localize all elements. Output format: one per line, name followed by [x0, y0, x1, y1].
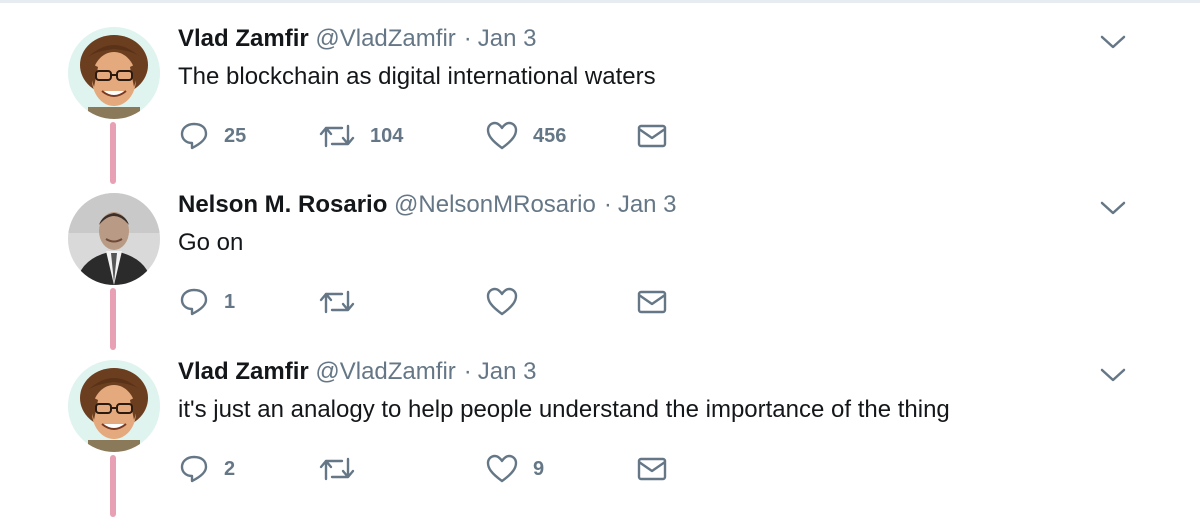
- reply-button[interactable]: 1: [178, 283, 235, 321]
- avatar-vlad-icon: [68, 27, 160, 119]
- retweet-button[interactable]: [318, 283, 370, 321]
- reply-count: 1: [224, 290, 236, 313]
- tweet-date[interactable]: Jan 3: [478, 358, 537, 385]
- tweet-header: Vlad Zamfir @VladZamfir · Jan 3: [178, 21, 536, 57]
- author-handle[interactable]: @VladZamfir: [315, 25, 455, 52]
- reply-count: 25: [224, 124, 247, 147]
- retweet-icon: [319, 457, 355, 481]
- reply-icon: [180, 455, 208, 483]
- tweet[interactable]: Vlad Zamfir @VladZamfir · Jan 3 The blockc…: [0, 0, 1200, 184]
- chevron-down-icon[interactable]: [1098, 196, 1128, 220]
- tweet-thread: Vlad Zamfir @VladZamfir · Jan 3 The blockc…: [0, 0, 1200, 517]
- heart-icon: [486, 121, 518, 150]
- avatar-nelson-icon: [68, 193, 160, 285]
- separator-dot: ·: [603, 191, 612, 218]
- like-button[interactable]: [485, 283, 533, 321]
- direct-message-button[interactable]: [636, 117, 668, 155]
- reply-icon: [180, 288, 208, 316]
- envelope-icon: [637, 124, 667, 148]
- retweet-count: 104: [370, 124, 404, 147]
- author-handle[interactable]: @NelsonMRosario: [394, 191, 596, 218]
- direct-message-button[interactable]: [636, 283, 668, 321]
- reply-count: 2: [224, 457, 236, 480]
- envelope-icon: [637, 457, 667, 481]
- reply-icon: [180, 122, 208, 150]
- tweet-header: Vlad Zamfir @VladZamfir · Jan 3: [178, 354, 536, 390]
- author-handle[interactable]: @VladZamfir: [315, 358, 455, 385]
- retweet-button[interactable]: [318, 450, 370, 488]
- retweet-button[interactable]: 104: [318, 117, 403, 155]
- like-button[interactable]: 9: [485, 450, 544, 488]
- heart-icon: [486, 287, 518, 316]
- tweet-actions: 25 104 456: [178, 117, 878, 155]
- tweet[interactable]: Nelson M. Rosario @NelsonMRosario · Jan 3 …: [0, 166, 1200, 350]
- retweet-icon: [319, 124, 355, 148]
- separator-dot: ·: [463, 25, 472, 52]
- avatar[interactable]: [68, 360, 160, 452]
- author-name[interactable]: Vlad Zamfir: [178, 25, 309, 52]
- retweet-icon: [319, 290, 355, 314]
- author-name[interactable]: Nelson M. Rosario: [178, 191, 387, 218]
- heart-icon: [486, 454, 518, 483]
- separator-dot: ·: [463, 358, 472, 385]
- tweet-text: Go on: [178, 229, 244, 256]
- reply-button[interactable]: 2: [178, 450, 235, 488]
- author-name[interactable]: Vlad Zamfir: [178, 358, 309, 385]
- chevron-down-icon[interactable]: [1098, 363, 1128, 387]
- chevron-down-icon[interactable]: [1098, 30, 1128, 54]
- avatar-vlad-icon: [68, 360, 160, 452]
- envelope-icon: [637, 290, 667, 314]
- tweet[interactable]: Vlad Zamfir @VladZamfir · Jan 3 it's just …: [0, 333, 1200, 517]
- tweet-header: Nelson M. Rosario @NelsonMRosario · Jan 3: [178, 187, 677, 223]
- like-count: 456: [533, 124, 567, 147]
- avatar[interactable]: [68, 27, 160, 119]
- like-button[interactable]: 456: [485, 117, 566, 155]
- tweet-actions: 2 9: [178, 450, 878, 488]
- tweet-text: it's just an analogy to help people unde…: [178, 396, 950, 423]
- reply-button[interactable]: 25: [178, 117, 246, 155]
- thread-connector: [110, 455, 116, 517]
- like-count: 9: [533, 457, 545, 480]
- tweet-date[interactable]: Jan 3: [478, 25, 537, 52]
- direct-message-button[interactable]: [636, 450, 668, 488]
- tweet-text: The blockchain as digital international …: [178, 63, 656, 90]
- avatar[interactable]: [68, 193, 160, 285]
- tweet-actions: 1: [178, 283, 878, 321]
- tweet-date[interactable]: Jan 3: [618, 191, 677, 218]
